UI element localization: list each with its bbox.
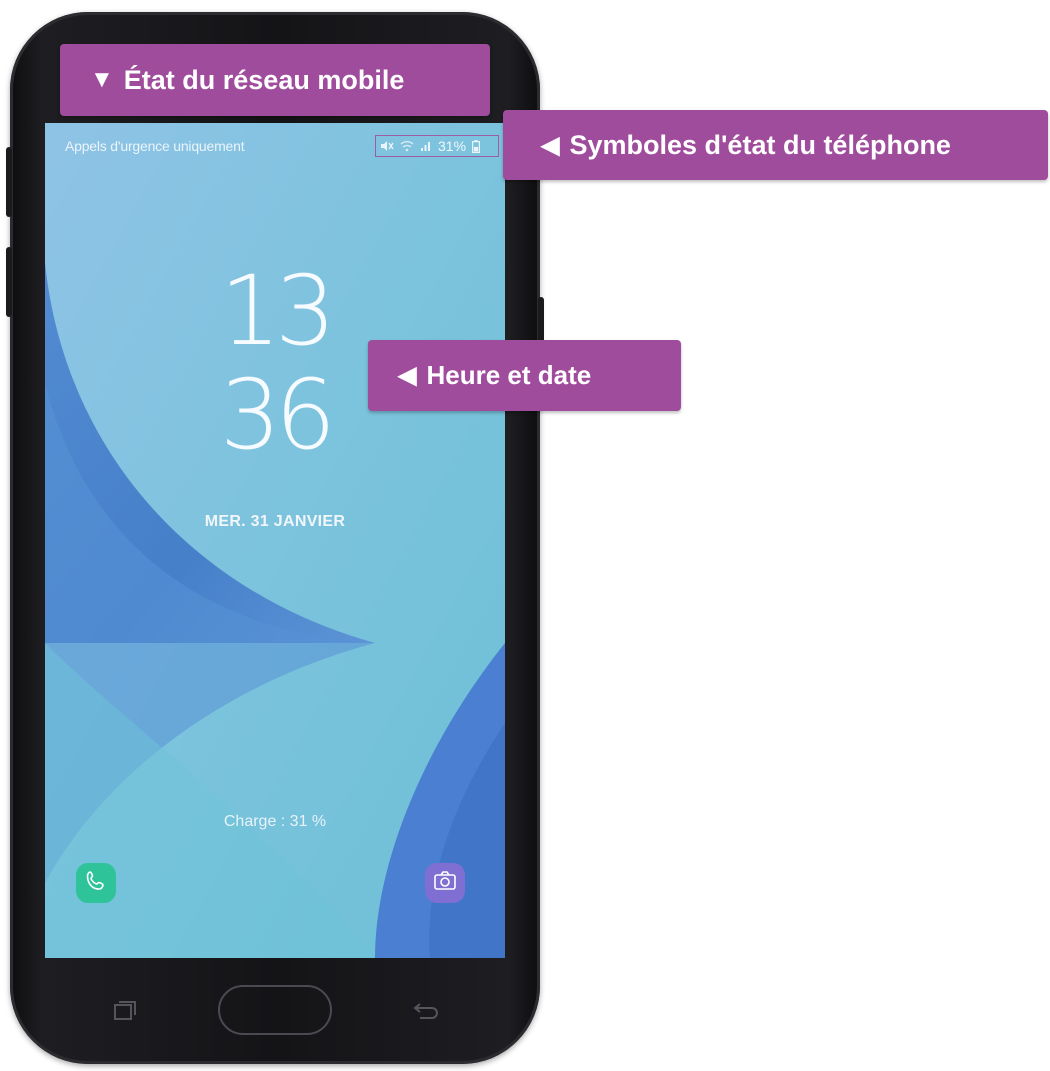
left-arrow-icon: ◀ xyxy=(541,131,560,159)
battery-icon xyxy=(472,139,481,153)
lock-screen: Appels d'urgence uniquement 31% 13 36 ME… xyxy=(45,123,505,958)
callout-time-date: ◀ Heure et date xyxy=(368,340,681,411)
battery-percent: 31% xyxy=(438,138,467,154)
phone-shortcut-button[interactable] xyxy=(76,863,116,903)
recent-apps-icon[interactable] xyxy=(110,1000,138,1027)
callout-status-symbols: ◀ Symboles d'état du téléphone xyxy=(503,110,1048,180)
camera-shortcut-button[interactable] xyxy=(425,863,465,903)
home-button[interactable] xyxy=(218,985,332,1035)
callout-network-status: ▼ État du réseau mobile xyxy=(60,44,490,116)
left-arrow-icon: ◀ xyxy=(398,362,417,389)
charge-status: Charge : 31 % xyxy=(223,813,327,830)
down-arrow-icon: ▼ xyxy=(90,66,114,93)
back-icon[interactable] xyxy=(410,1000,440,1027)
wifi-icon xyxy=(400,140,414,152)
callout-status-label: Symboles d'état du téléphone xyxy=(569,129,951,160)
mute-icon xyxy=(380,140,394,152)
lockscreen-date: MER. 31 JANVIER xyxy=(204,513,346,530)
network-status-text: Appels d'urgence uniquement xyxy=(65,138,245,154)
volume-up-button xyxy=(6,147,12,217)
phone-icon xyxy=(84,869,108,898)
wallpaper xyxy=(45,123,505,958)
volume-down-button xyxy=(6,247,12,317)
status-icons-group: 31% xyxy=(375,135,499,157)
callout-network-label: État du réseau mobile xyxy=(123,64,405,95)
camera-icon xyxy=(433,870,457,897)
signal-icon xyxy=(420,140,432,152)
callout-time-label: Heure et date xyxy=(426,360,592,390)
